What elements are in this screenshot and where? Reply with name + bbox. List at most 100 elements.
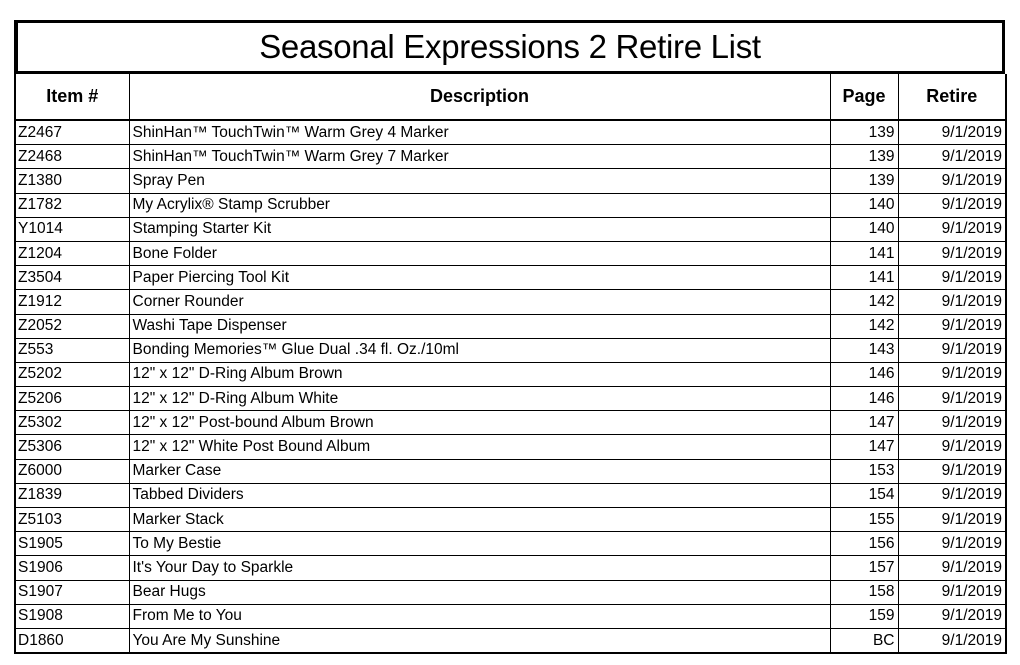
description-cell: Bone Folder xyxy=(128,240,831,267)
retire-date-cell: 9/1/2019 xyxy=(897,531,1007,557)
table-row: Z5302 12" x 12" Post-bound Album Brown 147… xyxy=(14,410,1007,436)
item-number-cell: S1907 xyxy=(14,579,130,605)
table-row: Z6000 Marker Case 153 9/1/2019 xyxy=(14,458,1007,484)
item-number-cell: S1906 xyxy=(14,555,130,581)
item-number-cell: Z3504 xyxy=(14,265,130,291)
item-number-cell: Y1014 xyxy=(14,216,130,242)
retire-date-cell: 9/1/2019 xyxy=(897,555,1007,581)
retire-date-cell: 9/1/2019 xyxy=(897,627,1007,655)
retire-date-cell: 9/1/2019 xyxy=(897,337,1007,363)
retire-date-cell: 9/1/2019 xyxy=(897,144,1007,170)
page-cell: 157 xyxy=(829,555,899,581)
page-cell: 146 xyxy=(829,361,899,388)
retire-date-cell: 9/1/2019 xyxy=(897,216,1007,242)
item-number-cell: Z5202 xyxy=(14,361,130,388)
page-cell: 155 xyxy=(829,506,899,533)
table-row: Z5103 Marker Stack 155 9/1/2019 xyxy=(14,506,1007,533)
header-row: Item # Description Page Retire xyxy=(14,74,1007,121)
page-cell: 147 xyxy=(829,434,899,460)
header-page: Page xyxy=(829,74,899,121)
table-row: Z1912 Corner Rounder 142 9/1/2019 xyxy=(14,289,1007,315)
description-cell: Washi Tape Dispenser xyxy=(128,313,831,339)
description-cell: Corner Rounder xyxy=(128,289,831,315)
description-cell: 12" x 12" Post-bound Album Brown xyxy=(128,410,831,436)
header-retire: Retire xyxy=(897,74,1007,121)
description-cell: You Are My Sunshine xyxy=(128,627,831,655)
table-row: D1860 You Are My Sunshine BC 9/1/2019 xyxy=(14,627,1007,655)
retire-date-cell: 9/1/2019 xyxy=(897,265,1007,291)
retire-date-cell: 9/1/2019 xyxy=(897,603,1007,629)
description-cell: 12" x 12" D-Ring Album White xyxy=(128,386,831,412)
description-cell: Marker Stack xyxy=(128,506,831,533)
retire-date-cell: 9/1/2019 xyxy=(897,119,1007,146)
page-cell: 139 xyxy=(829,119,899,146)
item-number-cell: Z553 xyxy=(14,337,130,363)
description-cell: 12" x 12" White Post Bound Album xyxy=(128,434,831,460)
item-number-cell: Z2468 xyxy=(14,144,130,170)
description-cell: It's Your Day to Sparkle xyxy=(128,555,831,581)
description-cell: Stamping Starter Kit xyxy=(128,216,831,242)
item-number-cell: Z1912 xyxy=(14,289,130,315)
header-item-number: Item # xyxy=(14,74,130,121)
retire-date-cell: 9/1/2019 xyxy=(897,313,1007,339)
table-row: Z1204 Bone Folder 141 9/1/2019 xyxy=(14,240,1007,267)
description-cell: From Me to You xyxy=(128,603,831,629)
description-cell: To My Bestie xyxy=(128,531,831,557)
page-cell: 158 xyxy=(829,579,899,605)
description-cell: Marker Case xyxy=(128,458,831,484)
item-number-cell: Z2052 xyxy=(14,313,130,339)
item-number-cell: Z1380 xyxy=(14,168,130,194)
retire-date-cell: 9/1/2019 xyxy=(897,482,1007,509)
page-cell: 141 xyxy=(829,240,899,267)
description-cell: My Acrylix® Stamp Scrubber xyxy=(128,192,831,218)
retire-date-cell: 9/1/2019 xyxy=(897,434,1007,460)
description-cell: ShinHan™ TouchTwin™ Warm Grey 7 Marker xyxy=(128,144,831,170)
retire-date-cell: 9/1/2019 xyxy=(897,386,1007,412)
retire-date-cell: 9/1/2019 xyxy=(897,289,1007,315)
header-description: Description xyxy=(128,74,831,121)
table-row: Z5206 12" x 12" D-Ring Album White 146 9/1/… xyxy=(14,386,1007,412)
table-row: Z553 Bonding Memories™ Glue Dual .34 fl. … xyxy=(14,337,1007,363)
table-row: Z3504 Paper Piercing Tool Kit 141 9/1/2019 xyxy=(14,265,1007,291)
page-cell: 159 xyxy=(829,603,899,629)
retire-date-cell: 9/1/2019 xyxy=(897,168,1007,194)
retire-date-cell: 9/1/2019 xyxy=(897,579,1007,605)
table-row: S1905 To My Bestie 156 9/1/2019 xyxy=(14,531,1007,557)
retire-date-cell: 9/1/2019 xyxy=(897,410,1007,436)
table-row: Z2468 ShinHan™ TouchTwin™ Warm Grey 7 Mar… xyxy=(14,144,1007,170)
retire-date-cell: 9/1/2019 xyxy=(897,240,1007,267)
retire-table: Item # Description Page Retire Z2467 Shin… xyxy=(14,74,1007,655)
page-cell: 139 xyxy=(829,168,899,194)
item-number-cell: Z6000 xyxy=(14,458,130,484)
item-number-cell: S1908 xyxy=(14,603,130,629)
item-number-cell: Z5306 xyxy=(14,434,130,460)
page-cell: 142 xyxy=(829,313,899,339)
item-number-cell: Z5302 xyxy=(14,410,130,436)
page-cell: 141 xyxy=(829,265,899,291)
retire-date-cell: 9/1/2019 xyxy=(897,506,1007,533)
table-row: Z2052 Washi Tape Dispenser 142 9/1/2019 xyxy=(14,313,1007,339)
page-cell: 140 xyxy=(829,216,899,242)
table-row: Z1380 Spray Pen 139 9/1/2019 xyxy=(14,168,1007,194)
description-cell: Spray Pen xyxy=(128,168,831,194)
page-cell: 140 xyxy=(829,192,899,218)
page-cell: 147 xyxy=(829,410,899,436)
retire-date-cell: 9/1/2019 xyxy=(897,192,1007,218)
description-cell: ShinHan™ TouchTwin™ Warm Grey 4 Marker xyxy=(128,119,831,146)
page-cell: 139 xyxy=(829,144,899,170)
retire-date-cell: 9/1/2019 xyxy=(897,458,1007,484)
item-number-cell: Z2467 xyxy=(14,119,130,146)
item-number-cell: S1905 xyxy=(14,531,130,557)
page-cell: 142 xyxy=(829,289,899,315)
table-row: Z5202 12" x 12" D-Ring Album Brown 146 9/1/… xyxy=(14,361,1007,388)
table-body: Z2467 ShinHan™ TouchTwin™ Warm Grey 4 Mar… xyxy=(14,119,1007,655)
retire-list-sheet: Seasonal Expressions 2 Retire List Item … xyxy=(14,20,1007,655)
page-cell: 153 xyxy=(829,458,899,484)
description-cell: Tabbed Dividers xyxy=(128,482,831,509)
page-cell: 146 xyxy=(829,386,899,412)
item-number-cell: Z5206 xyxy=(14,386,130,412)
page-cell: 154 xyxy=(829,482,899,509)
table-row: S1906 It's Your Day to Sparkle 157 9/1/2019 xyxy=(14,555,1007,581)
table-row: Z1839 Tabbed Dividers 154 9/1/2019 xyxy=(14,482,1007,509)
table-row: Z2467 ShinHan™ TouchTwin™ Warm Grey 4 Mar… xyxy=(14,119,1007,146)
